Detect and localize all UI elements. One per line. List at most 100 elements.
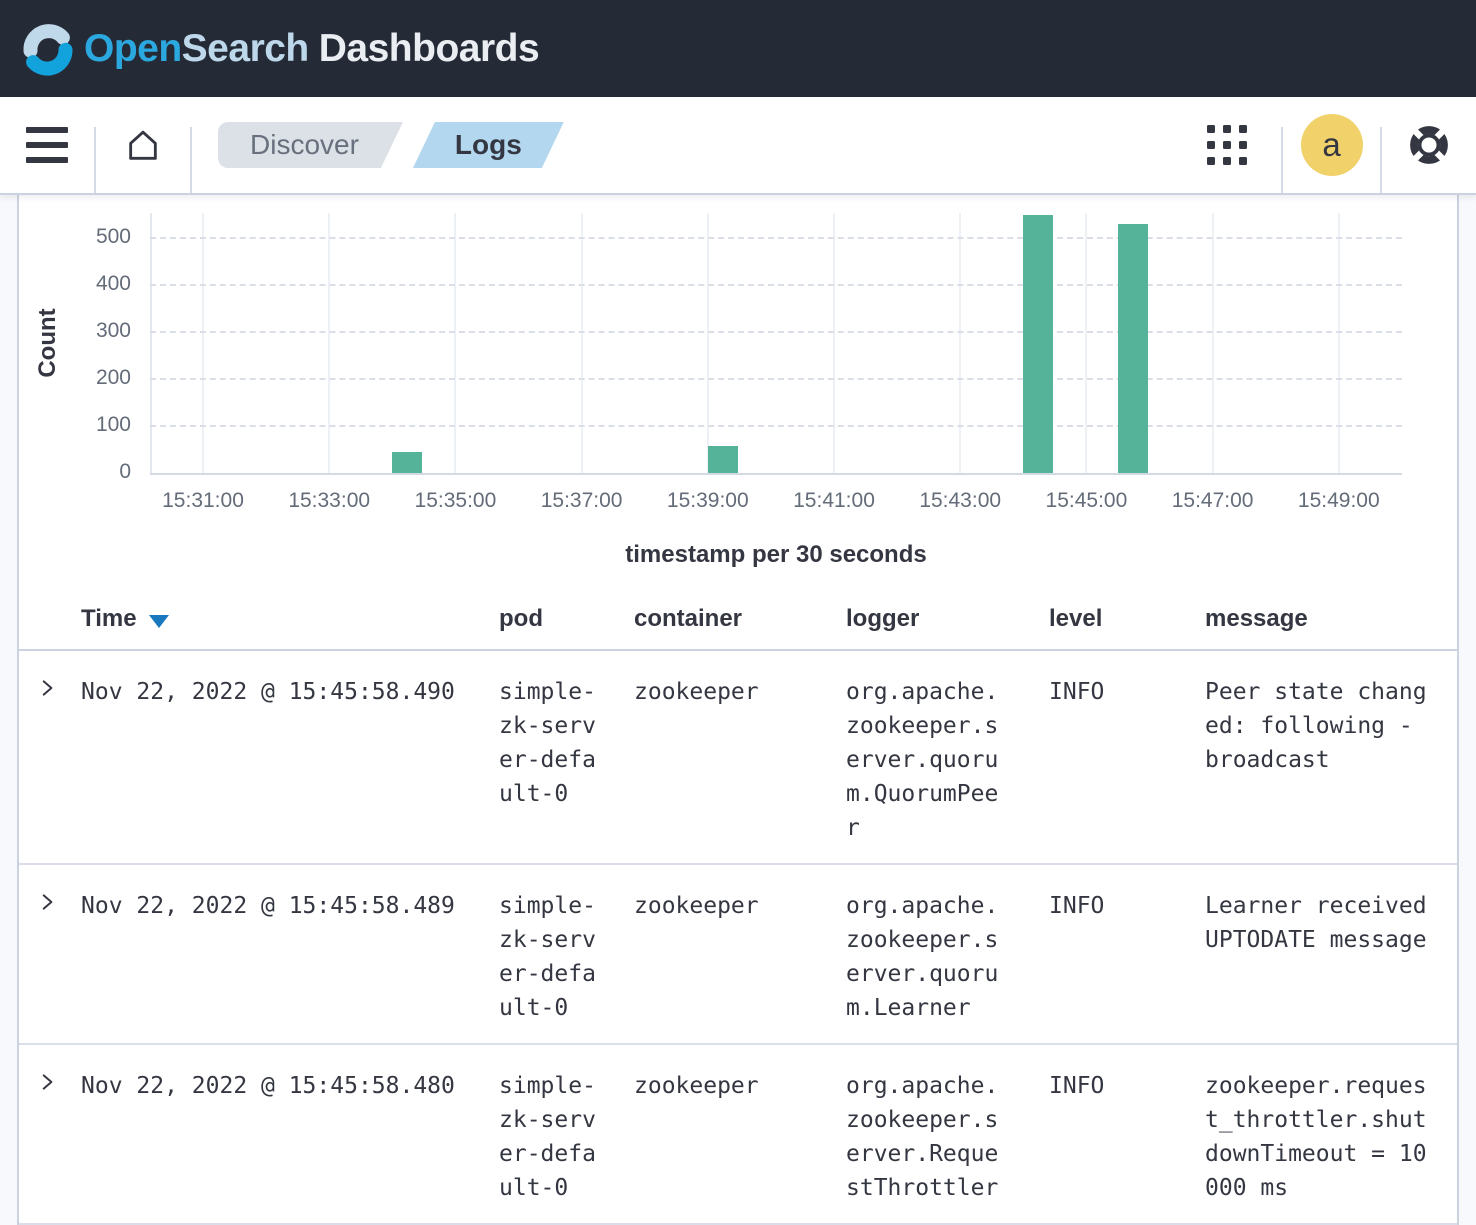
help-button[interactable]: [1382, 97, 1476, 193]
log-table-header-row: Time pod container logger level message: [19, 585, 1457, 650]
apps-menu-button[interactable]: [1173, 97, 1281, 193]
sort-desc-icon: [149, 615, 169, 628]
y-tick-label: 400: [19, 272, 131, 296]
x-tick-label: 15:39:00: [638, 489, 778, 513]
x-tick-label: 15:37:00: [512, 489, 652, 513]
x-tick-label: 15:45:00: [1016, 489, 1156, 513]
x-tick-label: 15:33:00: [259, 489, 399, 513]
vertical-gridline: [707, 213, 709, 473]
vertical-gridline: [1338, 213, 1340, 473]
vertical-gridline: [959, 213, 961, 473]
cell-time: Nov 22, 2022 @ 15:45:58.490: [81, 650, 499, 864]
nav-bar: Discover Logs a: [0, 97, 1476, 195]
log-table-row: Nov 22, 2022 @ 15:45:58.480 simple-zk-se…: [19, 1044, 1457, 1224]
x-axis-title: timestamp per 30 seconds: [150, 541, 1402, 569]
horizontal-gridline: [150, 331, 1402, 333]
app-header: OpenSearchDashboards: [0, 0, 1476, 97]
vertical-gridline: [1212, 213, 1214, 473]
histogram-bar[interactable]: [708, 446, 738, 473]
y-tick-label: 100: [19, 413, 131, 437]
help-life-ring-icon: [1408, 124, 1450, 166]
y-tick-label: 500: [19, 225, 131, 249]
cell-pod: simple-zk-server-default-0: [499, 864, 634, 1044]
header-container[interactable]: container: [634, 585, 846, 650]
x-tick-label: 15:35:00: [385, 489, 525, 513]
chevron-right-icon: [36, 677, 58, 699]
y-tick-label: 200: [19, 366, 131, 390]
home-button[interactable]: [96, 97, 190, 193]
account-button[interactable]: a: [1283, 97, 1380, 193]
x-tick-label: 15:31:00: [133, 489, 273, 513]
x-tick-label: 15:43:00: [890, 489, 1030, 513]
header-message[interactable]: message: [1205, 585, 1457, 650]
cell-level: INFO: [1049, 864, 1205, 1044]
horizontal-gridline: [150, 237, 1402, 239]
brand-dashboards: Dashboards: [319, 27, 539, 70]
cell-logger: org.apache.zookeeper.server.quorum.Quoru…: [846, 650, 1049, 864]
horizontal-gridline: [150, 425, 1402, 427]
home-icon: [123, 125, 163, 165]
horizontal-gridline: [150, 284, 1402, 286]
cell-pod: simple-zk-server-default-0: [499, 650, 634, 864]
x-tick-label: 15:41:00: [764, 489, 904, 513]
histogram-bar[interactable]: [392, 452, 422, 473]
cell-message: Peer state changed: following - broadcas…: [1205, 650, 1457, 864]
breadcrumb-logs[interactable]: Logs: [413, 122, 564, 168]
expand-row-button[interactable]: [36, 891, 58, 916]
cell-message: Learner received UPTODATE message: [1205, 864, 1457, 1044]
header-expand-column: [19, 585, 81, 650]
header-time[interactable]: Time: [81, 585, 499, 650]
cell-logger: org.apache.zookeeper.server.quorum.Learn…: [846, 864, 1049, 1044]
vertical-gridline: [328, 213, 330, 473]
log-table-row: Nov 22, 2022 @ 15:45:58.489 simple-zk-se…: [19, 864, 1457, 1044]
y-tick-label: 300: [19, 319, 131, 343]
header-level[interactable]: level: [1049, 585, 1205, 650]
x-tick-label: 15:47:00: [1143, 489, 1283, 513]
expand-row-button[interactable]: [36, 1071, 58, 1096]
header-logger[interactable]: logger: [846, 585, 1049, 650]
chevron-right-icon: [36, 891, 58, 913]
cell-time: Nov 22, 2022 @ 15:45:58.480: [81, 1044, 499, 1224]
header-pod[interactable]: pod: [499, 585, 634, 650]
brand-open: Open: [84, 27, 182, 70]
log-table: Time pod container logger level message …: [19, 585, 1457, 1225]
vertical-gridline: [581, 213, 583, 473]
histogram-chart: Count 15:31:0015:33:0015:35:0015:37:0015…: [19, 195, 1457, 585]
app-title: OpenSearchDashboards: [84, 27, 539, 71]
apps-grid-icon: [1207, 125, 1247, 165]
cell-container: zookeeper: [634, 864, 846, 1044]
x-axis-line: [150, 473, 1402, 475]
brand-search: Search: [182, 27, 309, 70]
y-axis-line: [150, 213, 152, 473]
nav-right: a: [1173, 97, 1476, 193]
cell-time: Nov 22, 2022 @ 15:45:58.489: [81, 864, 499, 1044]
breadcrumb-discover[interactable]: Discover: [218, 122, 403, 168]
avatar: a: [1301, 114, 1363, 176]
cell-container: zookeeper: [634, 1044, 846, 1224]
cell-container: zookeeper: [634, 650, 846, 864]
menu-button[interactable]: [0, 97, 94, 193]
x-tick-label: 15:49:00: [1269, 489, 1409, 513]
vertical-gridline: [1085, 213, 1087, 473]
chevron-right-icon: [36, 1071, 58, 1093]
cell-level: INFO: [1049, 650, 1205, 864]
chart-plot: 15:31:0015:33:0015:35:0015:37:0015:39:00…: [150, 213, 1402, 473]
vertical-gridline: [202, 213, 204, 473]
breadcrumb: Discover Logs: [218, 122, 564, 168]
opensearch-logo-icon: [20, 21, 76, 77]
cell-logger: org.apache.zookeeper.server.RequestThrot…: [846, 1044, 1049, 1224]
opensearch-logo: OpenSearchDashboards: [20, 21, 539, 77]
y-tick-label: 0: [19, 460, 131, 484]
cell-message: zookeeper.request_throttler.shutdownTime…: [1205, 1044, 1457, 1224]
vertical-gridline: [833, 213, 835, 473]
histogram-bar[interactable]: [1118, 224, 1148, 473]
vertical-gridline: [454, 213, 456, 473]
cell-level: INFO: [1049, 1044, 1205, 1224]
hamburger-icon: [26, 127, 68, 163]
nav-divider: [190, 127, 192, 193]
histogram-bar[interactable]: [1023, 215, 1053, 473]
expand-row-button[interactable]: [36, 677, 58, 702]
log-table-row: Nov 22, 2022 @ 15:45:58.490 simple-zk-se…: [19, 650, 1457, 864]
horizontal-gridline: [150, 378, 1402, 380]
cell-pod: simple-zk-server-default-0: [499, 1044, 634, 1224]
